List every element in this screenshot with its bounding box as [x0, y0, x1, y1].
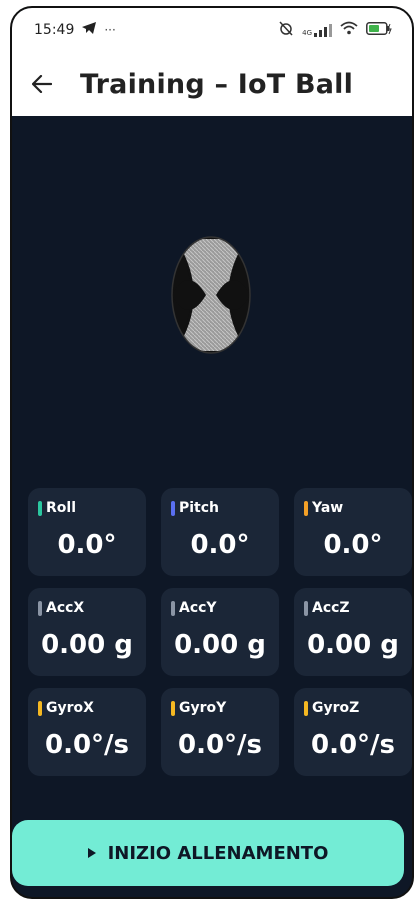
iot-ball-icon	[171, 236, 251, 354]
sensor-value: 0.0°/s	[177, 730, 263, 760]
sensor-label: GyroX	[46, 700, 94, 716]
card-header: AccZ	[304, 600, 350, 616]
card-header: GyroX	[38, 700, 94, 716]
phone-screen: 15:49 ··· 4G Training – IoT Ball Roll 0.…	[10, 6, 414, 899]
arrow-left-icon	[32, 75, 52, 93]
sensor-label: GyroZ	[312, 700, 360, 716]
sensor-value: 0.0°	[57, 530, 117, 560]
sensor-value: 0.00 g	[41, 630, 133, 660]
sensor-card-pitch: Pitch 0.0°	[161, 488, 279, 576]
sensor-label: Roll	[46, 500, 76, 516]
card-header: Pitch	[171, 500, 219, 516]
wifi-icon	[340, 21, 358, 39]
ball-visual	[166, 235, 256, 355]
status-bar: 15:49 ··· 4G	[12, 8, 412, 52]
card-header: Yaw	[304, 500, 343, 516]
sensor-card-gyrox: GyroX 0.0°/s	[28, 688, 146, 776]
yaw-color-marker	[304, 500, 308, 516]
card-header: GyroY	[171, 700, 226, 716]
back-button[interactable]	[12, 56, 72, 112]
sensor-label: Yaw	[312, 500, 344, 516]
status-left: 15:49 ···	[34, 21, 116, 39]
sensor-value: 0.00 g	[174, 630, 266, 660]
sensor-label: AccY	[179, 600, 217, 616]
sensor-grid: Roll 0.0° Pitch 0.0° Yaw 0.0° AccX 0.00 …	[28, 488, 412, 776]
status-right: 4G	[278, 20, 392, 40]
card-header: AccY	[171, 600, 217, 616]
signal-icon: 4G	[302, 23, 332, 37]
gyroz-color-marker	[304, 700, 308, 716]
sensor-card-accz: AccZ 0.00 g	[294, 588, 412, 676]
gyroy-color-marker	[171, 700, 175, 716]
play-icon	[87, 848, 96, 858]
card-header: GyroZ	[304, 700, 359, 716]
sensor-value: 0.0°/s	[310, 730, 396, 760]
card-header: Roll	[38, 500, 76, 516]
app-bar: Training – IoT Ball	[12, 52, 412, 116]
sensor-card-roll: Roll 0.0°	[28, 488, 146, 576]
sensor-card-accx: AccX 0.00 g	[28, 588, 146, 676]
sensor-label: GyroY	[179, 700, 227, 716]
accz-color-marker	[304, 600, 308, 616]
status-time: 15:49	[34, 22, 75, 38]
gyrox-color-marker	[38, 700, 42, 716]
telegram-icon	[81, 21, 97, 39]
battery-icon	[366, 21, 392, 39]
sensor-value: 0.00 g	[307, 630, 399, 660]
sensor-label: AccX	[46, 600, 85, 616]
sensor-label: AccZ	[312, 600, 350, 616]
card-header: AccX	[38, 600, 84, 616]
pitch-color-marker	[171, 500, 175, 516]
sensor-card-gyroz: GyroZ 0.0°/s	[294, 688, 412, 776]
more-notifications-icon: ···	[104, 23, 116, 37]
start-training-button[interactable]: INIZIO ALLENAMENTO	[12, 820, 404, 886]
sensor-value: 0.0°/s	[44, 730, 130, 760]
alarm-off-icon	[278, 20, 294, 40]
sensor-label: Pitch	[179, 500, 220, 516]
page-title: Training – IoT Ball	[80, 68, 354, 100]
roll-color-marker	[38, 500, 42, 516]
sensor-value: 0.0°	[323, 530, 383, 560]
sensor-card-accy: AccY 0.00 g	[161, 588, 279, 676]
start-button-label: INIZIO ALLENAMENTO	[107, 842, 329, 864]
sensor-card-gyroy: GyroY 0.0°/s	[161, 688, 279, 776]
accy-color-marker	[171, 600, 175, 616]
accx-color-marker	[38, 600, 42, 616]
sensor-card-yaw: Yaw 0.0°	[294, 488, 412, 576]
sensor-value: 0.0°	[190, 530, 250, 560]
